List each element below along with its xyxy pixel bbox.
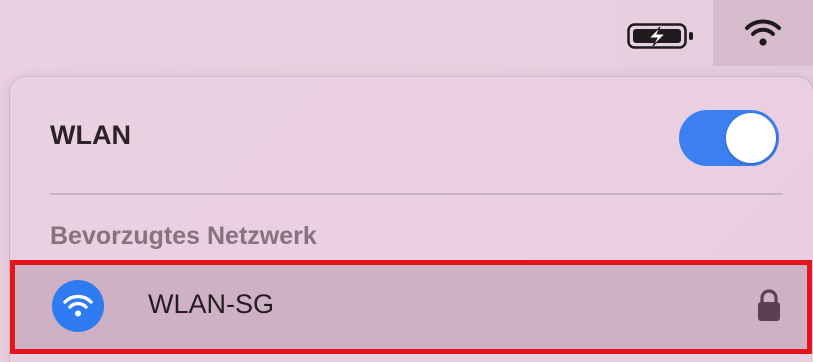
preferred-network-heading: Bevorzugtes Netzwerk bbox=[50, 222, 317, 250]
wlan-dropdown-panel: WLAN Bevorzugtes Netzwerk WLAN-SG bbox=[10, 77, 813, 362]
wlan-title: WLAN bbox=[50, 120, 131, 150]
battery-charging-icon[interactable] bbox=[627, 23, 695, 49]
wifi-icon bbox=[52, 280, 104, 332]
wifi-icon bbox=[745, 19, 781, 46]
toggle-knob bbox=[726, 113, 776, 163]
wlan-toggle[interactable] bbox=[679, 110, 779, 166]
divider bbox=[50, 193, 783, 195]
panel-bottom bbox=[10, 354, 813, 362]
network-row-wlan-sg[interactable]: WLAN-SG bbox=[10, 260, 812, 354]
wifi-menu-button[interactable] bbox=[713, 0, 813, 66]
lock-icon bbox=[758, 289, 780, 321]
menu-bar bbox=[0, 0, 813, 66]
network-name: WLAN-SG bbox=[148, 289, 275, 319]
